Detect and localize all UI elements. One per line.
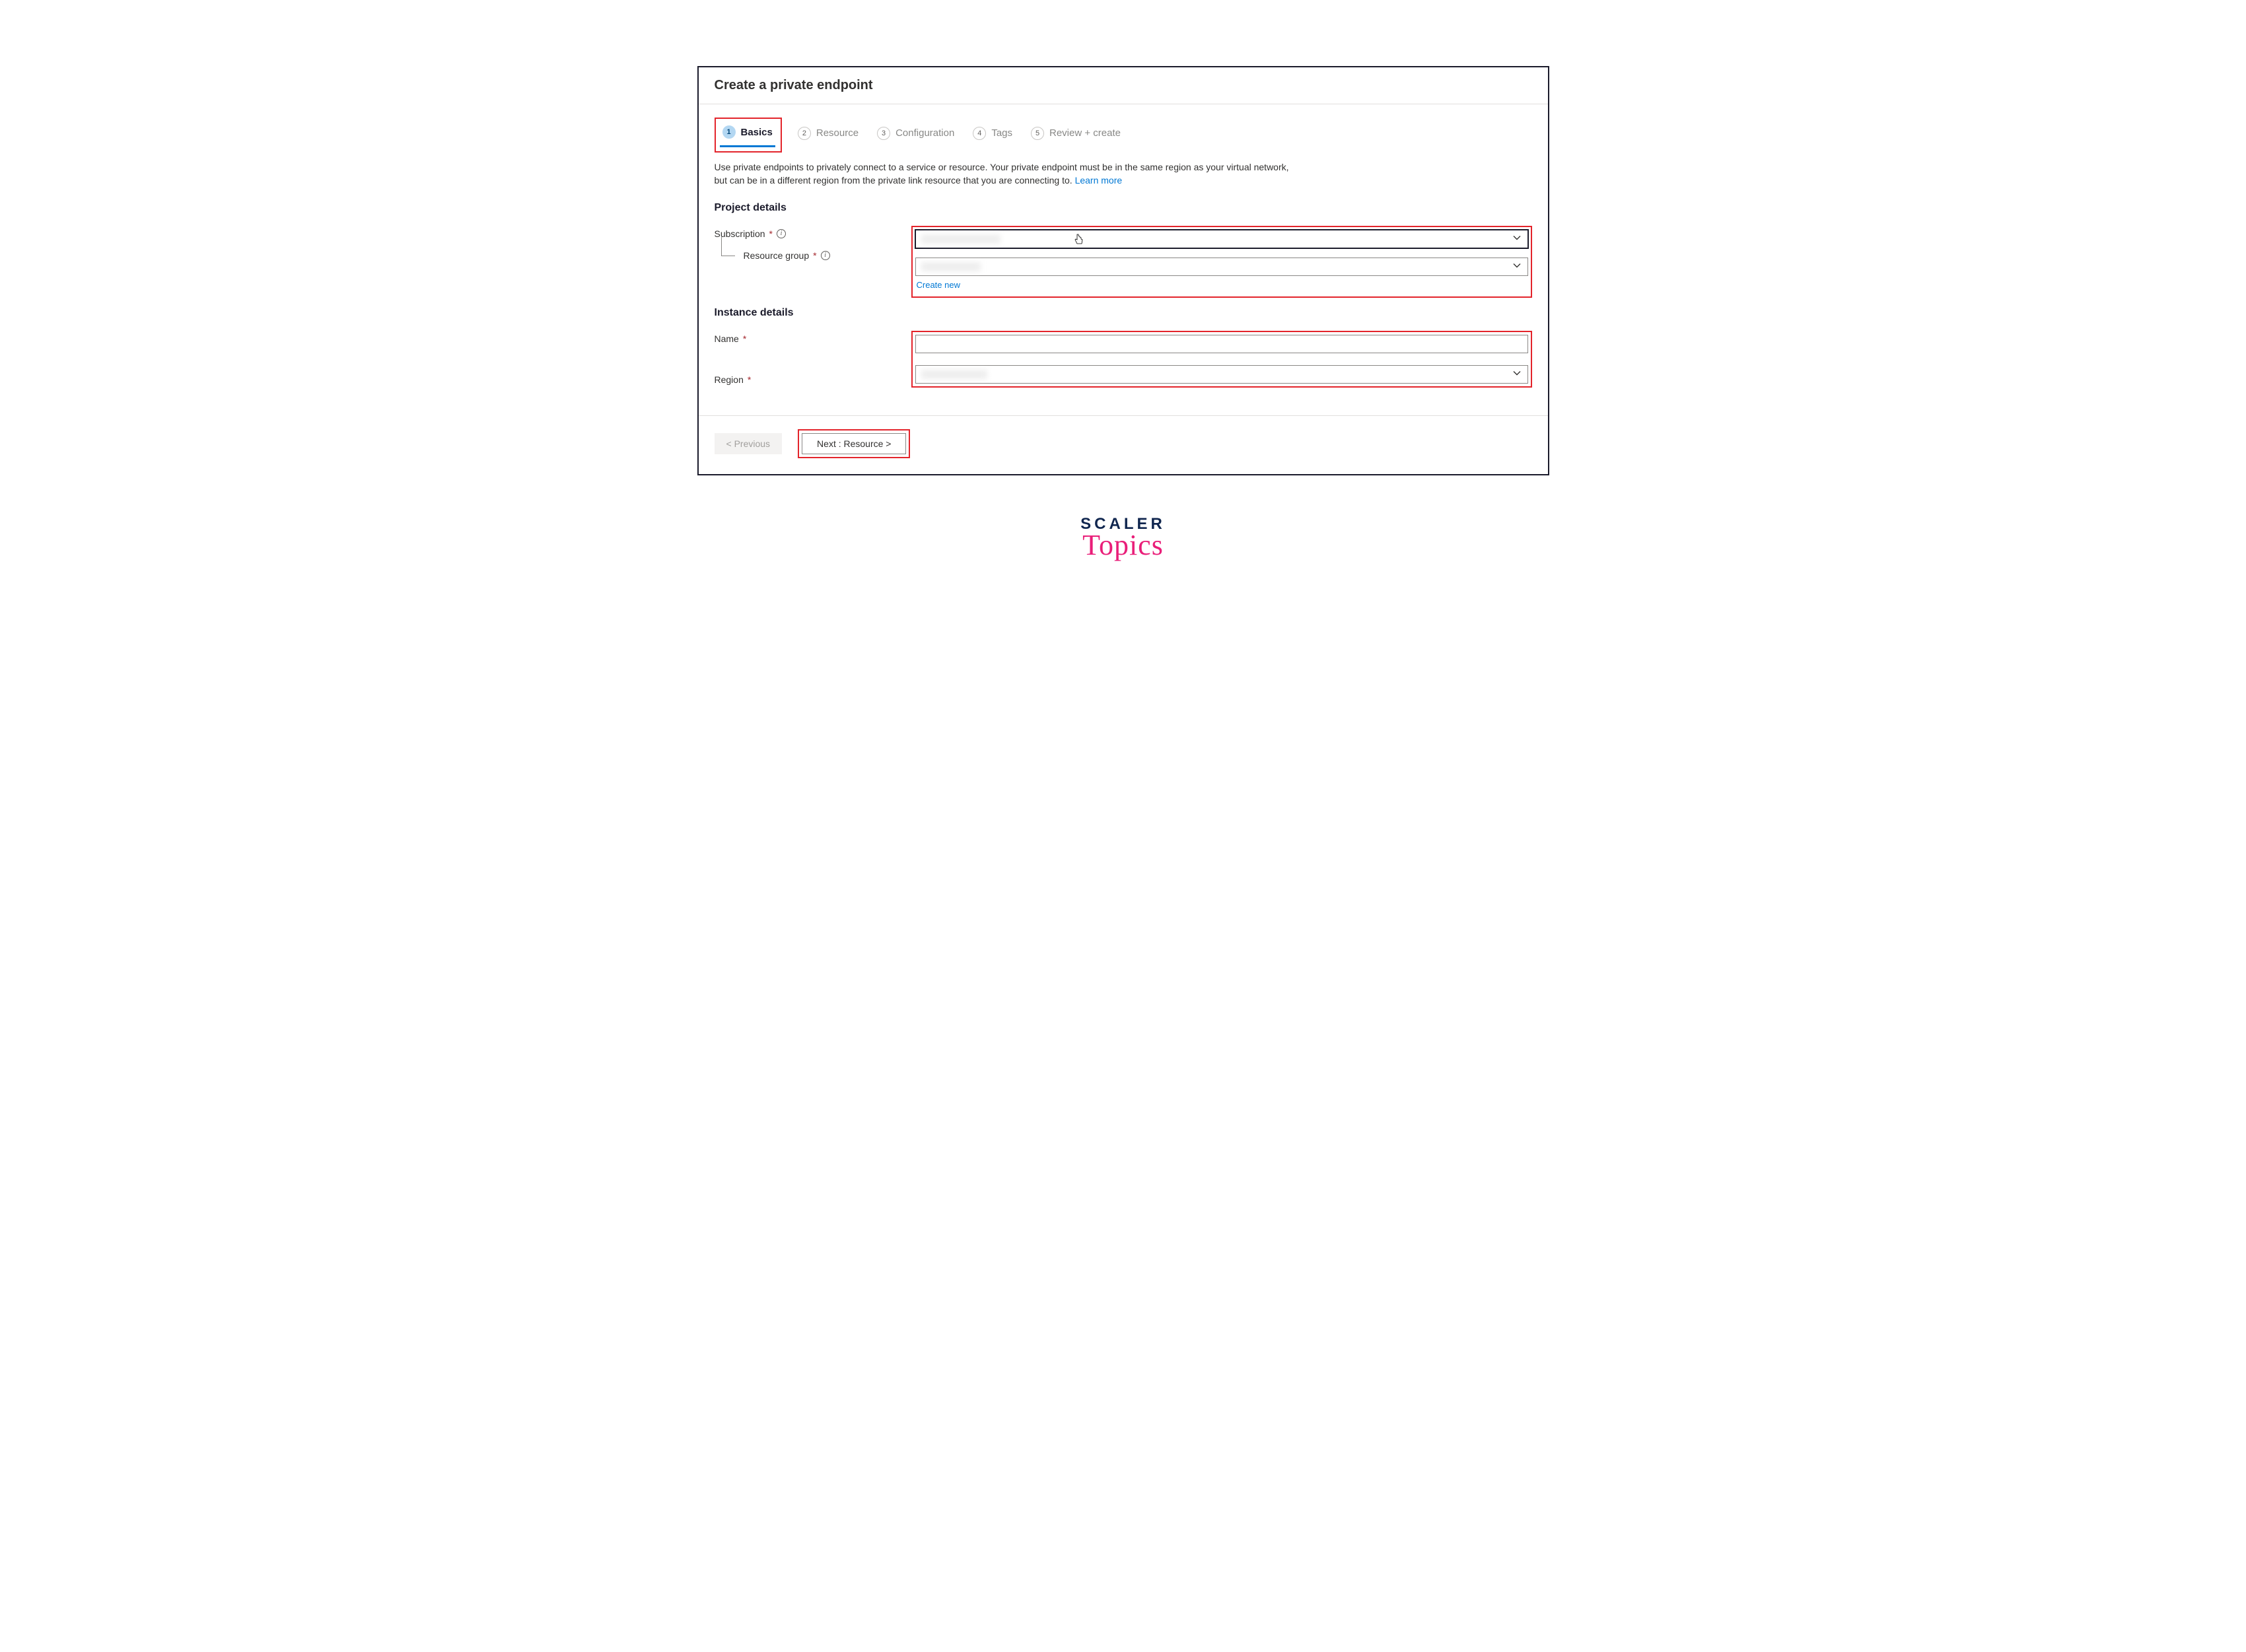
required-mark: * <box>743 333 746 344</box>
tab-review-create[interactable]: 5 Review + create <box>1028 123 1123 147</box>
resource-group-select[interactable] <box>915 258 1528 276</box>
tab-resource[interactable]: 2 Resource <box>795 123 861 147</box>
label-resource-group: Resource group * i <box>715 248 911 261</box>
section-instance-details: Instance details <box>715 307 1532 319</box>
highlight-box-instance-fields <box>911 331 1532 388</box>
subscription-select[interactable] <box>915 230 1528 248</box>
brand-line2: Topics <box>697 528 1549 562</box>
wizard-footer: < Previous Next : Resource > <box>699 415 1548 474</box>
row-subscription: Subscription * i <box>715 223 1532 304</box>
tab-number: 3 <box>877 127 890 140</box>
highlight-box-next: Next : Resource > <box>798 429 910 458</box>
chevron-down-icon <box>1513 261 1521 271</box>
description-text: Use private endpoints to privately conne… <box>715 160 1296 188</box>
highlight-box-project-fields: Create new <box>911 226 1532 298</box>
tab-basics[interactable]: 1 Basics <box>720 121 775 147</box>
label-name: Name * <box>715 331 911 344</box>
wizard-tabs: 1 Basics 2 Resource 3 Configuration 4 Ta… <box>699 104 1548 151</box>
tab-label: Tags <box>991 127 1012 139</box>
learn-more-link[interactable]: Learn more <box>1075 175 1123 186</box>
required-mark: * <box>769 228 773 239</box>
tab-label: Review + create <box>1049 127 1121 139</box>
panel-header: Create a private endpoint <box>699 67 1548 104</box>
tab-number: 2 <box>798 127 811 140</box>
section-project-details: Project details <box>715 202 1532 214</box>
required-mark: * <box>813 250 816 261</box>
highlight-box-tab: 1 Basics <box>715 118 782 153</box>
brand-watermark: SCALER Topics <box>697 515 1549 562</box>
chevron-down-icon <box>1513 234 1521 244</box>
previous-button[interactable]: < Previous <box>715 433 783 454</box>
create-private-endpoint-panel: Create a private endpoint 1 Basics 2 Res… <box>697 66 1549 475</box>
tab-tags[interactable]: 4 Tags <box>970 123 1015 147</box>
cursor-icon <box>1073 233 1085 248</box>
info-icon[interactable]: i <box>821 251 830 260</box>
name-input[interactable] <box>915 335 1528 353</box>
form-content: Use private endpoints to privately conne… <box>699 151 1548 415</box>
redacted-value <box>921 234 1000 244</box>
tab-number: 1 <box>722 125 736 139</box>
redacted-value <box>921 370 987 379</box>
page-title: Create a private endpoint <box>715 78 1532 93</box>
next-button[interactable]: Next : Resource > <box>802 433 906 454</box>
label-subscription: Subscription * i <box>715 226 911 239</box>
required-mark: * <box>748 374 751 385</box>
label-region: Region * <box>715 372 911 385</box>
tab-label: Basics <box>741 127 773 138</box>
tab-label: Configuration <box>895 127 954 139</box>
tab-label: Resource <box>816 127 859 139</box>
tab-number: 4 <box>973 127 986 140</box>
tab-number: 5 <box>1031 127 1044 140</box>
region-select[interactable] <box>915 365 1528 384</box>
chevron-down-icon <box>1513 369 1521 379</box>
create-new-link[interactable]: Create new <box>915 276 960 290</box>
info-icon[interactable]: i <box>777 229 786 238</box>
tab-configuration[interactable]: 3 Configuration <box>874 123 957 147</box>
redacted-value <box>921 262 981 271</box>
